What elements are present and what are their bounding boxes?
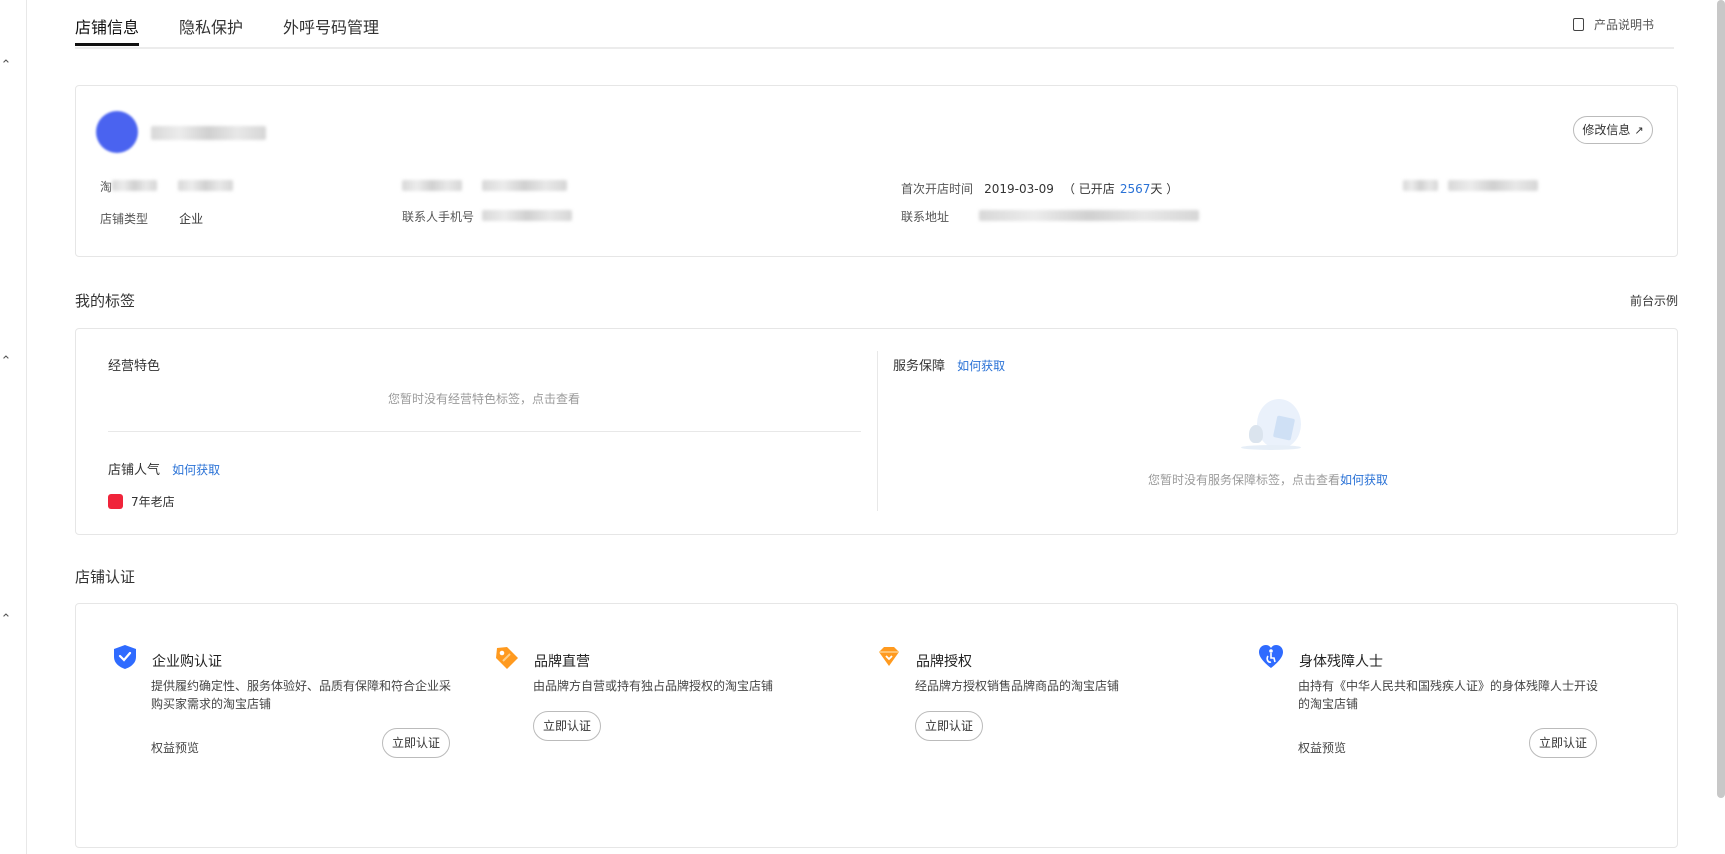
shop-badge-icon bbox=[108, 494, 123, 509]
redacted-field bbox=[979, 210, 1199, 221]
cert-desc-line2: 购买家需求的淘宝店铺 bbox=[151, 697, 272, 711]
benefit-preview-link[interactable]: 权益预览 bbox=[151, 739, 199, 756]
apply-cert-button[interactable]: 立即认证 bbox=[915, 711, 983, 741]
heart-accessibility-icon bbox=[1258, 644, 1284, 670]
service-how-to-get-link[interactable]: 如何获取 bbox=[957, 359, 1005, 373]
cert-desc-line1: 提供履约确定性、服务体验好、品质有保障和符合企业采 bbox=[151, 679, 452, 693]
shop-age-label: 7年老店 bbox=[131, 495, 175, 509]
apply-cert-button[interactable]: 立即认证 bbox=[1529, 728, 1597, 758]
cert-title: 身体残障人士 bbox=[1299, 654, 1383, 670]
edit-info-label: 修改信息 bbox=[1582, 123, 1631, 137]
cert-desc: 由持有《中华人民共和国残疾人证》的身体残障人士开设 的淘宝店铺 bbox=[1298, 677, 1598, 713]
apply-cert-button[interactable]: 立即认证 bbox=[533, 711, 601, 741]
open-days-suffix: 天 ） bbox=[1150, 182, 1179, 196]
redacted-field bbox=[482, 180, 567, 191]
scrollbar[interactable] bbox=[1717, 0, 1725, 798]
cert-title: 品牌直营 bbox=[534, 654, 590, 670]
avatar bbox=[96, 111, 138, 153]
tab-shop-info[interactable]: 店铺信息 bbox=[75, 14, 139, 38]
cert-desc-line2: 的淘宝店铺 bbox=[1298, 697, 1359, 711]
apply-cert-button[interactable]: 立即认证 bbox=[382, 728, 450, 758]
collapse-caret-icon[interactable]: ⌃ bbox=[0, 354, 12, 369]
cert-card: 企业购认证 提供履约确定性、服务体验好、品质有保障和符合企业采 购买家需求的淘宝店… bbox=[75, 603, 1678, 848]
cert-title: 企业购认证 bbox=[152, 654, 222, 670]
redacted-field bbox=[112, 180, 157, 191]
tags-section-title: 我的标签 bbox=[75, 292, 136, 310]
popularity-row: 店铺人气 如何获取 bbox=[108, 459, 220, 478]
first-open-label: 首次开店时间 bbox=[901, 182, 974, 196]
tags-card: 经营特色 您暂时没有经营特色标签，点击查看 店铺人气 如何获取 7年老店 服务保… bbox=[75, 328, 1678, 535]
book-icon bbox=[1572, 18, 1584, 31]
cert-desc-line1: 由品牌方自营或持有独占品牌授权的淘宝店铺 bbox=[533, 679, 774, 693]
cert-desc-line1: 经品牌方授权销售品牌商品的淘宝店铺 bbox=[915, 679, 1120, 693]
features-title: 经营特色 bbox=[108, 359, 161, 374]
redacted-field bbox=[482, 210, 572, 221]
preview-link[interactable]: 前台示例 bbox=[1630, 292, 1678, 309]
service-title: 服务保障 bbox=[893, 359, 946, 374]
popularity-title: 店铺人气 bbox=[108, 463, 161, 478]
shop-type-row: 店铺类型 企业 bbox=[100, 208, 203, 227]
shield-check-icon bbox=[112, 644, 138, 670]
tab-bar: 店铺信息 隐私保护 外呼号码管理 产品说明书 bbox=[75, 0, 1674, 49]
contact-label: 联系人手机号 bbox=[402, 210, 475, 224]
shop-info-card: 修改信息 ↗ 淘 首次开店时间 2019-03-09 （ 已开店 2567天 ） … bbox=[75, 85, 1678, 257]
cert-title: 品牌授权 bbox=[916, 654, 972, 670]
how-to-get-link[interactable]: 如何获取 bbox=[172, 463, 220, 477]
shop-age-badge: 7年老店 bbox=[108, 493, 175, 510]
edit-info-button[interactable]: 修改信息 ↗ bbox=[1573, 116, 1653, 144]
service-empty-how-to-get-link[interactable]: 如何获取 bbox=[1340, 473, 1388, 487]
left-rail: ⌃ ⌃ ⌃ bbox=[0, 0, 27, 854]
redacted-field bbox=[1448, 180, 1538, 191]
redacted-field bbox=[178, 180, 233, 191]
first-open-row: 首次开店时间 2019-03-09 （ 已开店 2567天 ） bbox=[901, 178, 1178, 197]
cert-section-title: 店铺认证 bbox=[75, 568, 136, 586]
product-manual-link[interactable]: 产品说明书 bbox=[1572, 16, 1654, 33]
redacted-field bbox=[402, 180, 462, 191]
product-manual-label: 产品说明书 bbox=[1593, 18, 1654, 32]
active-tab-indicator bbox=[75, 43, 139, 46]
taobao-id-label: 淘 bbox=[100, 180, 113, 194]
diamond-icon bbox=[876, 644, 902, 670]
collapse-caret-icon[interactable]: ⌃ bbox=[0, 58, 12, 73]
price-tag-icon bbox=[493, 644, 519, 670]
collapse-caret-icon[interactable]: ⌃ bbox=[0, 612, 12, 627]
shop-type-value: 企业 bbox=[179, 212, 204, 226]
benefit-preview-link[interactable]: 权益预览 bbox=[1298, 739, 1346, 756]
open-days-prefix: （ 已开店 bbox=[1062, 182, 1115, 196]
redacted-field bbox=[1403, 180, 1438, 191]
empty-state-illustration bbox=[1241, 399, 1303, 454]
divider bbox=[108, 431, 861, 432]
cert-desc-line1: 由持有《中华人民共和国残疾人证》的身体残障人士开设 bbox=[1298, 679, 1599, 693]
tab-privacy[interactable]: 隐私保护 bbox=[179, 14, 243, 38]
external-link-icon: ↗ bbox=[1634, 124, 1644, 137]
shop-type-label: 店铺类型 bbox=[100, 212, 149, 226]
address-label: 联系地址 bbox=[901, 210, 950, 224]
open-days-count: 2567 bbox=[1119, 182, 1151, 196]
service-empty-text[interactable]: 您暂时没有服务保障标签，点击查看 bbox=[1148, 473, 1340, 487]
first-open-date: 2019-03-09 bbox=[984, 182, 1054, 196]
vertical-divider bbox=[877, 351, 878, 511]
features-empty-text[interactable]: 您暂时没有经营特色标签，点击查看 bbox=[388, 390, 580, 407]
shop-name-redacted bbox=[151, 126, 266, 140]
cert-desc: 提供履约确定性、服务体验好、品质有保障和符合企业采 购买家需求的淘宝店铺 bbox=[151, 677, 451, 713]
tab-outbound-numbers[interactable]: 外呼号码管理 bbox=[283, 14, 379, 38]
service-row: 服务保障 如何获取 bbox=[893, 355, 1005, 374]
service-empty-row: 您暂时没有服务保障标签，点击查看如何获取 bbox=[1148, 471, 1388, 488]
main-content: 店铺信息 隐私保护 外呼号码管理 产品说明书 修改信息 ↗ 淘 首次开店时间 20… bbox=[75, 0, 1678, 848]
